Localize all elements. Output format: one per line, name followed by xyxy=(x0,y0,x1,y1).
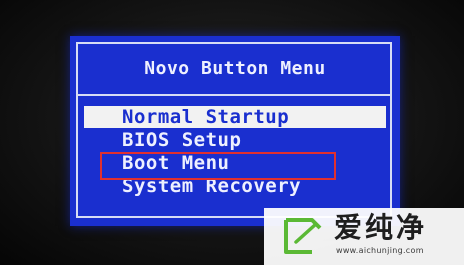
novo-button-menu-dialog: Novo Button Menu Normal Startup BIOS Set… xyxy=(70,36,400,226)
menu-item-boot-menu[interactable]: Boot Menu xyxy=(70,152,400,174)
watermark-name: 爱纯净 xyxy=(334,211,428,244)
menu-item-bios-setup[interactable]: BIOS Setup xyxy=(70,129,400,151)
menu-item-system-recovery[interactable]: System Recovery xyxy=(70,175,400,197)
menu-item-normal-startup[interactable]: Normal Startup xyxy=(84,106,386,128)
boot-options-list: Normal Startup BIOS Setup Boot Menu Syst… xyxy=(70,106,400,198)
title-divider xyxy=(78,94,392,96)
aichunjing-logo-icon xyxy=(284,218,322,254)
watermark-badge: 爱纯净 www.aichunjing.com xyxy=(264,208,464,265)
watermark-url: www.aichunjing.com xyxy=(336,246,424,255)
menu-title: Novo Button Menu xyxy=(144,58,326,79)
